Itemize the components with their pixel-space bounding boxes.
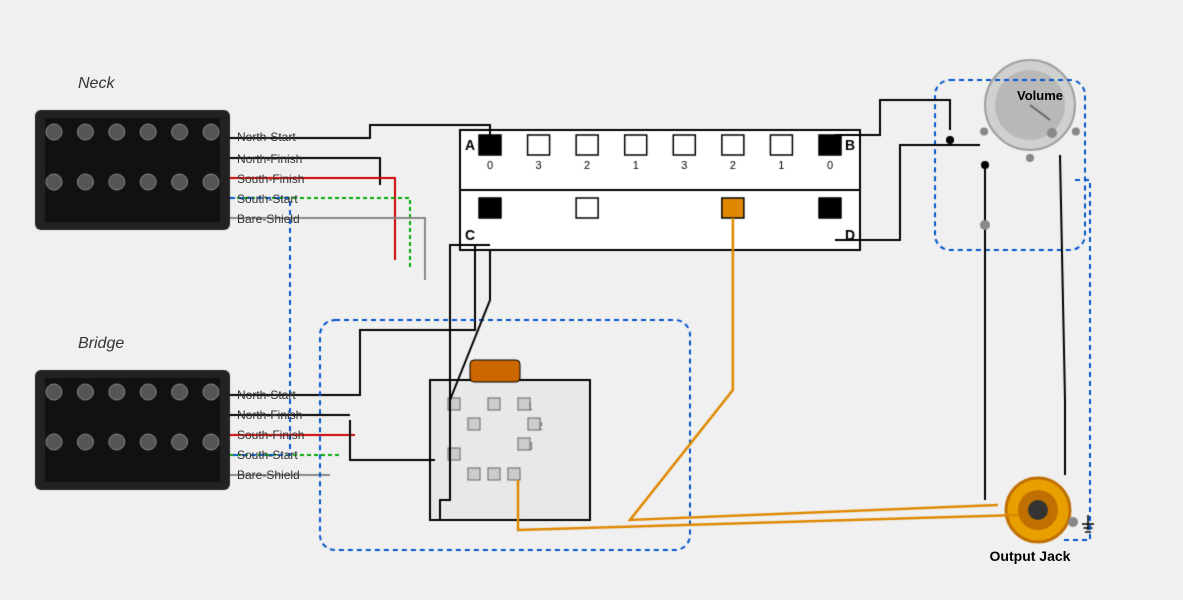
bridge-north-finish-label: North-Finish (237, 408, 302, 422)
volume-label: Volume (1000, 88, 1080, 103)
bridge-south-finish-label: South-Finish (237, 428, 304, 442)
neck-north-start-label: North-Start (237, 130, 296, 144)
bridge-north-start-label: North-Start (237, 388, 296, 402)
bridge-bare-shield-label: Bare-Shield (237, 468, 300, 482)
neck-south-finish-label: South-Finish (237, 172, 304, 186)
output-jack-label: Output Jack (970, 548, 1090, 564)
neck-label: Neck (78, 75, 114, 93)
bridge-label: Bridge (78, 335, 124, 353)
bridge-south-start-label: South-Start (237, 448, 298, 462)
neck-bare-shield-label: Bare-Shield (237, 212, 300, 226)
neck-south-start-label: South-Start (237, 192, 298, 206)
neck-north-finish-label: North-Finish (237, 152, 302, 166)
